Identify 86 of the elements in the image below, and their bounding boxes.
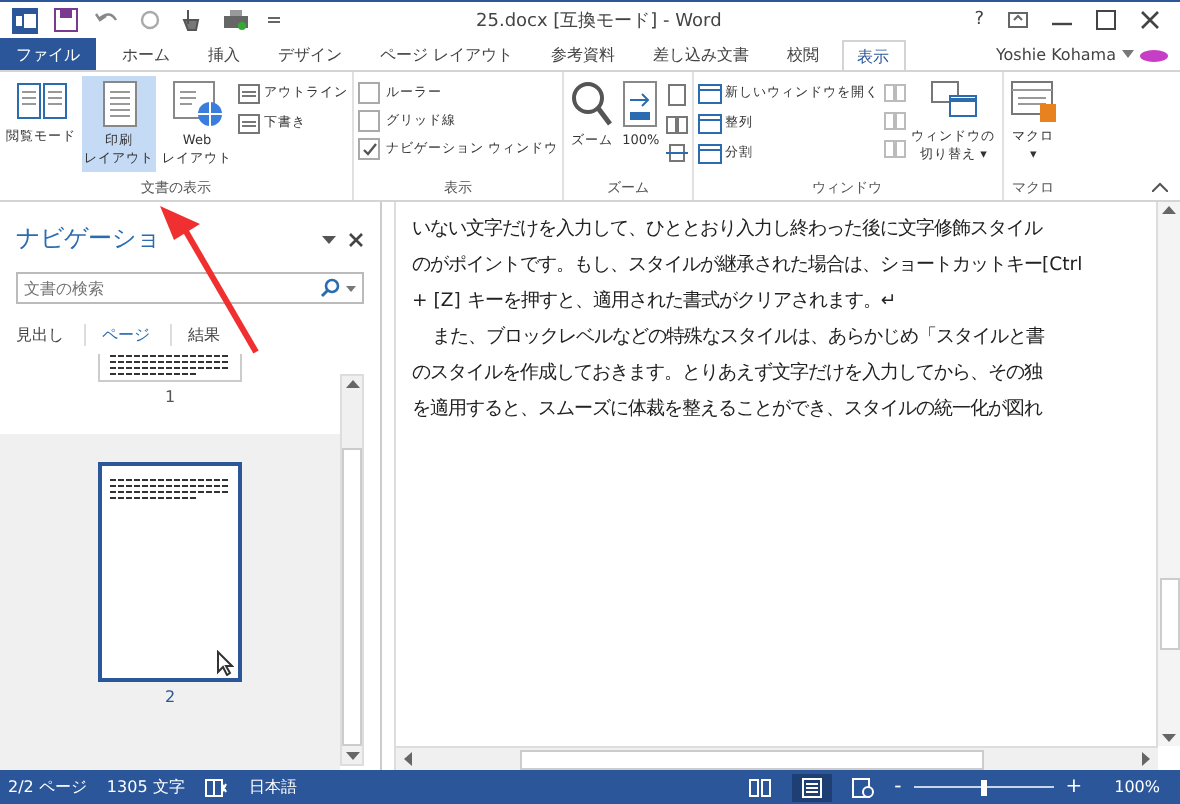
slider-thumb[interactable] <box>980 779 987 795</box>
scroll-thumb[interactable] <box>342 448 362 746</box>
pane-tab[interactable]: 結果 <box>188 324 240 346</box>
window-title: 25.docx [互換モード] - Word <box>474 9 724 33</box>
ribbon-tab[interactable]: ページ レイアウト <box>364 38 530 70</box>
ribbon-tab[interactable]: 校閲 <box>771 38 836 70</box>
scroll-right-icon[interactable] <box>1142 752 1150 766</box>
scroll-down-icon[interactable] <box>1162 734 1176 742</box>
text-lines-drawing <box>110 478 230 502</box>
side-by-side-icon <box>883 84 906 102</box>
zoom-out-button[interactable]: - <box>894 776 902 798</box>
document-text-line: + [Z] キーを押すと、適用された書式がクリアされます。↵ <box>412 288 899 316</box>
print-layout-icon[interactable] <box>802 777 823 797</box>
web-page-icon <box>171 80 223 128</box>
pane-tab[interactable]: 見出し <box>16 324 86 346</box>
close-icon[interactable] <box>348 231 364 247</box>
page-count[interactable]: 2/2 ページ <box>8 776 87 798</box>
ribbon-tab[interactable]: 参考資料 <box>535 38 632 70</box>
ribbon-tab[interactable]: 挿入 <box>192 38 256 70</box>
customize-icon[interactable] <box>266 12 282 28</box>
scroll-left-icon[interactable] <box>404 752 412 766</box>
file-tab[interactable]: ファイル <box>0 38 96 70</box>
macro-icon <box>1009 80 1058 124</box>
window-icon <box>697 143 722 163</box>
language-label[interactable]: 日本語 <box>248 776 297 798</box>
search-field[interactable]: 文書の検索 <box>16 272 364 304</box>
zoom-in-button[interactable]: + <box>1065 776 1083 798</box>
proofing-icon[interactable] <box>204 777 229 797</box>
text-lines-drawing <box>110 354 230 378</box>
ribbon-tab[interactable]: デザイン <box>262 38 358 70</box>
word-logo-icon <box>12 7 38 33</box>
zoom-level[interactable]: 100% <box>1114 778 1160 796</box>
scroll-down-icon[interactable] <box>345 752 359 760</box>
page-thumbnail[interactable] <box>98 462 242 682</box>
scrollbar[interactable] <box>1156 202 1180 746</box>
sync-scroll-icon <box>883 112 906 130</box>
window-icon <box>697 83 722 103</box>
scrollbar[interactable] <box>396 746 1158 770</box>
scroll-thumb[interactable] <box>1159 578 1179 650</box>
page-number: 2 <box>164 688 176 706</box>
maximize-icon[interactable] <box>1096 10 1116 30</box>
collapse-ribbon-icon[interactable] <box>1152 182 1168 192</box>
scroll-thumb[interactable] <box>520 749 984 769</box>
document-text-line: また、ブロックレベルなどの特殊なスタイルは、あらかじめ「スタイルと書 <box>430 324 1047 352</box>
mouse-cursor-icon <box>216 650 234 676</box>
printer-icon[interactable] <box>222 8 250 32</box>
document-lines-icon <box>238 113 260 133</box>
book-icon <box>15 80 67 124</box>
scroll-up-icon[interactable] <box>345 380 359 388</box>
two-pages-icon[interactable] <box>665 116 688 134</box>
document-text-line: いない文字だけを入力して、ひととおり入力し終わった後に文字修飾スタイル <box>412 216 1045 244</box>
ribbon-tab[interactable]: ホーム <box>106 38 186 70</box>
ribbon-options-icon[interactable] <box>1008 12 1028 28</box>
checkbox-box[interactable] <box>358 138 380 160</box>
checkbox-box[interactable] <box>358 110 380 132</box>
document-text-line: のがポイントです。もし、スタイルが継承された場合は、ショートカットキー[Ctrl <box>412 252 1085 280</box>
dropdown-icon[interactable] <box>322 235 336 243</box>
save-icon[interactable] <box>54 8 78 32</box>
pane-tab[interactable]: ページ <box>102 324 172 346</box>
caret-icon[interactable] <box>346 285 356 291</box>
window-icon <box>697 113 722 133</box>
one-page-icon[interactable] <box>667 84 686 106</box>
scroll-up-icon[interactable] <box>1162 206 1176 214</box>
user-name[interactable]: Yoshie Kohama <box>995 45 1116 63</box>
document-lines-icon <box>238 83 260 103</box>
close-icon[interactable] <box>1140 10 1160 30</box>
web-layout-icon[interactable] <box>852 777 875 797</box>
magnifier-icon <box>570 80 615 128</box>
ribbon-tab[interactable]: 差し込み文書 <box>637 38 766 70</box>
page-number: 1 <box>164 388 176 406</box>
page-icon <box>101 80 137 128</box>
caret-icon <box>1122 50 1134 58</box>
zoom-slider[interactable] <box>913 779 1054 795</box>
document-text-line: を適用すると、スムーズに体裁を整えることができ、スタイルの統一化が図れ <box>412 396 1045 424</box>
page-width-icon[interactable] <box>665 144 688 162</box>
scrollbar[interactable] <box>340 374 364 766</box>
reset-position-icon <box>883 140 906 158</box>
checkbox-box[interactable] <box>358 82 380 104</box>
search-icon[interactable] <box>320 278 340 298</box>
read-mode-icon[interactable] <box>748 777 773 797</box>
document-text-line: のスタイルを作成しておきます。とりあえず文字だけを入力してから、その独 <box>412 360 1045 388</box>
pane-title: ナビゲーショ <box>16 222 160 256</box>
avatar-icon <box>1140 47 1168 61</box>
word-count[interactable]: 1305 文字 <box>106 776 185 798</box>
help-button[interactable]: ? <box>974 10 984 30</box>
ribbon-tab[interactable]: 表示 <box>841 40 906 72</box>
